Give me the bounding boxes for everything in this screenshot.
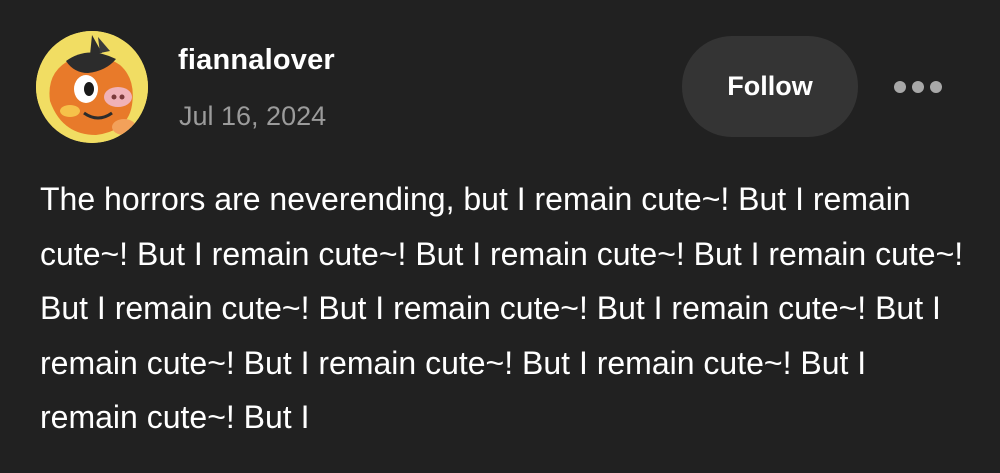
post-date[interactable]: Jul 16, 2024 xyxy=(179,101,326,132)
more-dot xyxy=(930,81,942,93)
post-card: fiannalover Jul 16, 2024 Follow The horr… xyxy=(0,0,1000,473)
pixel-bird-avatar-icon xyxy=(36,31,148,143)
more-options-icon[interactable] xyxy=(888,70,948,104)
more-dot xyxy=(912,81,924,93)
avatar[interactable] xyxy=(36,31,148,143)
follow-button[interactable]: Follow xyxy=(682,36,858,137)
more-dot xyxy=(894,81,906,93)
post-body-text: The horrors are neverending, but I remai… xyxy=(40,181,964,435)
author-username[interactable]: fiannalover xyxy=(178,44,335,77)
